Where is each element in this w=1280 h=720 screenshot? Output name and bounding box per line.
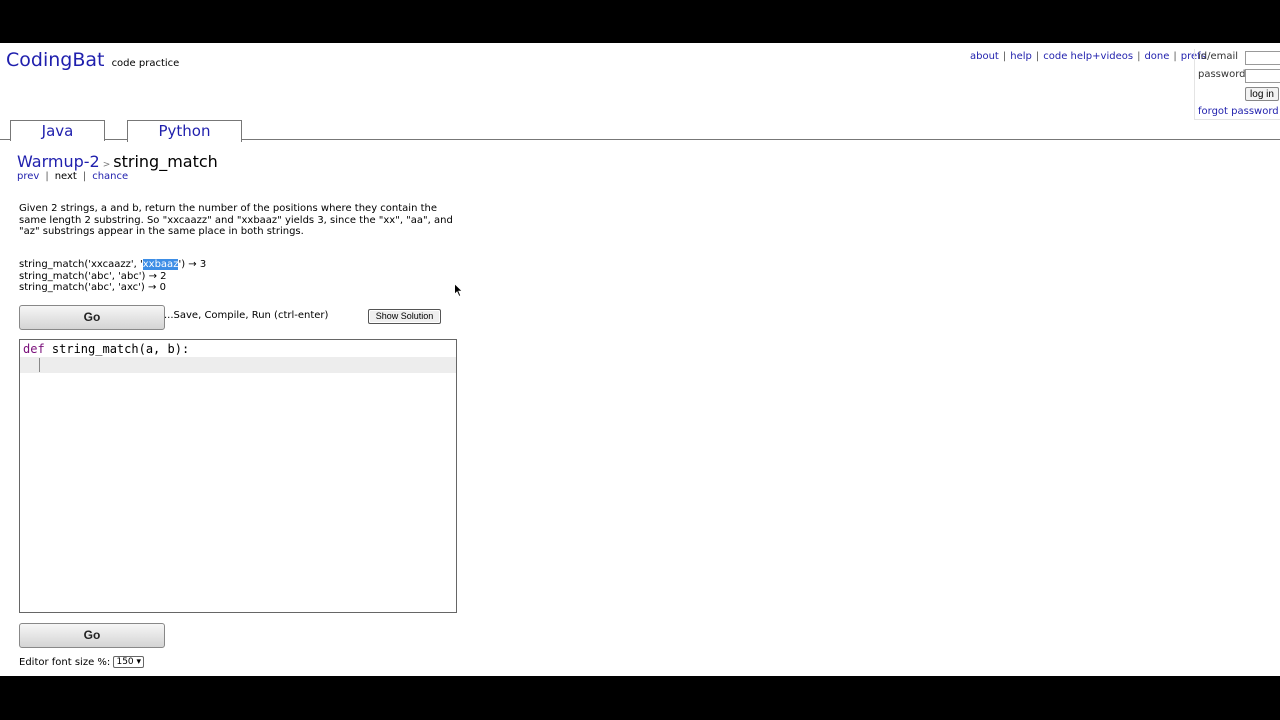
example-3: string_match('abc', 'axc') → 0 [19,282,166,293]
login-button[interactable]: log in [1245,87,1279,101]
prev-link[interactable]: prev [17,171,39,182]
chevron-down-icon: ▾ [136,657,142,667]
site-logo[interactable]: CodingBat code practice [6,49,179,71]
password-label: password [1198,69,1246,80]
go-button[interactable]: Go [19,305,165,330]
forgot-password-link[interactable]: forgot password | [1198,106,1280,117]
code-signature: string_match(a, b): [44,342,190,356]
selected-text: xxbaaz [142,259,179,270]
font-size-select[interactable]: 150 ▾ [113,656,145,668]
about-link[interactable]: about [970,51,999,62]
id-email-input[interactable] [1245,51,1280,65]
show-solution-button[interactable]: Show Solution [368,309,441,324]
example-1: string_match('xxcaazz', 'xxbaaz') → 3 [19,259,207,270]
code-keyword: def [23,342,45,356]
tab-python[interactable]: Python [127,120,242,142]
breadcrumb: Warmup-2 > string_match [17,152,218,171]
run-hint: ...Save, Compile, Run (ctrl-enter) [164,310,329,321]
text-cursor [39,358,40,372]
editor-font-size: Editor font size %: 150 ▾ [19,656,145,668]
id-email-label: id/email [1198,51,1239,62]
problem-description: Given 2 strings, a and b, return the num… [19,203,453,237]
brand-name[interactable]: CodingBat [6,49,104,71]
chance-link[interactable]: chance [92,171,128,182]
done-link[interactable]: done [1144,51,1169,62]
active-line [20,357,456,373]
tab-java[interactable]: Java [10,120,105,141]
breadcrumb-parent-link[interactable]: Warmup-2 [17,152,100,171]
next-label[interactable]: next [55,171,77,182]
top-nav: about | help | code help+videos | done | prefs [970,51,1206,62]
code-help-videos-link[interactable]: code help+videos [1043,51,1133,62]
browser-page: CodingBat code practice about | help | code … [0,43,1280,676]
page-title: string_match [113,152,218,171]
password-input[interactable] [1245,69,1280,83]
problem-nav: prev | next | chance [17,171,129,182]
font-size-label: Editor font size %: [19,657,111,668]
mouse-pointer-icon [454,283,464,298]
example-2: string_match('abc', 'abc') → 2 [19,270,167,282]
login-panel: id/email password log in forgot password… [1194,49,1280,120]
help-link[interactable]: help [1010,51,1032,62]
examples-list: string_match('xxcaazz', 'xxbaaz') → 3 st… [19,259,206,294]
breadcrumb-separator: > [102,160,111,170]
go-button-bottom[interactable]: Go [19,623,165,648]
code-editor[interactable]: def string_match(a, b): [19,339,457,613]
brand-tagline: code practice [111,58,180,69]
code-line-1: def string_match(a, b): [23,342,189,356]
